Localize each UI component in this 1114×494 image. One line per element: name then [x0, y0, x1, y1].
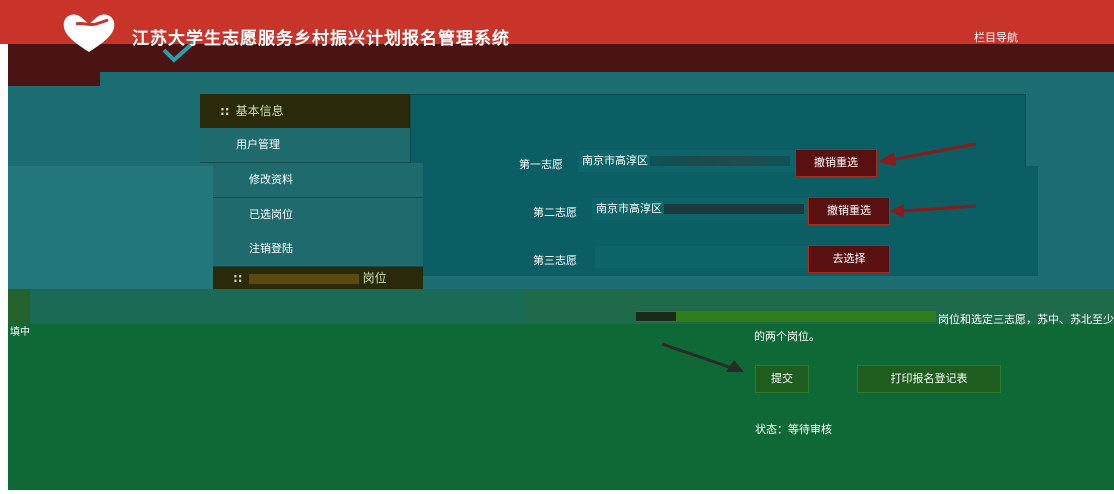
sidebar-item-logout[interactable]: 注销登陆 [213, 232, 423, 267]
sidebar-item-label: 注销登陆 [249, 242, 293, 255]
wish-1-reselect-button[interactable]: 撤销重选 [795, 149, 877, 177]
sidebar-item-label: 用户管理 [236, 138, 280, 151]
wish-3-value [595, 246, 809, 268]
app-title: 江苏大学生志愿服务乡村振兴计划报名管理系统 [132, 29, 510, 49]
status-value: 等待审核 [788, 423, 832, 436]
left-partial-text: 填中 [10, 327, 30, 338]
left-strip [8, 166, 213, 290]
wish-1-value: 南京市高淳区 [578, 150, 796, 172]
sidebar-section-label: 岗位 [362, 271, 387, 285]
status-label: 状态： [755, 423, 788, 436]
green-left-band [30, 289, 526, 325]
sidebar-item-label: 已选岗位 [249, 208, 293, 221]
sidebar-item-edit-profile[interactable]: 修改资料 [213, 163, 423, 198]
notice-highlight [636, 311, 936, 322]
sidebar-section-basic[interactable]: :: 基本信息 [200, 94, 410, 128]
wish-2-value: 南京市高淳区 [592, 198, 810, 220]
nav-link[interactable]: 栏目导航 [974, 29, 1018, 45]
blurred-text [248, 273, 359, 284]
notice-line-2: 的两个岗位。 [754, 330, 820, 343]
submit-button[interactable]: 提交 [755, 365, 809, 393]
wish-3-label: 第三志愿 [533, 254, 577, 267]
wish-value-text: 南京市高淳区 [596, 202, 662, 215]
blurred-text [664, 204, 804, 214]
logo-heart-hand-icon [63, 14, 115, 52]
sidebar-item-label: 修改资料 [249, 173, 293, 186]
wish-2-label: 第二志愿 [533, 206, 577, 219]
dark-corner-block [8, 72, 100, 86]
notice-line-1: 岗位和选定三志愿，苏中、苏北至少选 [938, 313, 1114, 326]
status-text: 状态：等待审核 [755, 421, 832, 437]
blurred-text [636, 312, 676, 321]
wish-2-reselect-button[interactable]: 撤销重选 [808, 197, 890, 225]
print-registration-button[interactable]: 打印报名登记表 [857, 365, 1001, 393]
wish-3-select-button[interactable]: 去选择 [808, 245, 890, 273]
wish-1-label: 第一志愿 [519, 158, 563, 171]
section-dots-icon: :: [220, 104, 230, 118]
annotation-arrow-icon [878, 142, 977, 166]
sidebar-section-second[interactable]: :: 岗位 [213, 267, 423, 289]
section-dots-icon: :: [233, 271, 243, 285]
sidebar-item-selected-posts[interactable]: 已选岗位 [213, 198, 423, 233]
blurred-text [650, 156, 790, 166]
annotation-arrow-icon [890, 204, 977, 218]
sidebar-item-user-management[interactable]: 用户管理 [200, 128, 410, 163]
sidebar-section-label: 基本信息 [235, 104, 284, 118]
wish-value-text: 南京市高淳区 [582, 154, 648, 167]
green-main-area [8, 324, 1114, 490]
annotation-arrow-icon [661, 342, 744, 372]
